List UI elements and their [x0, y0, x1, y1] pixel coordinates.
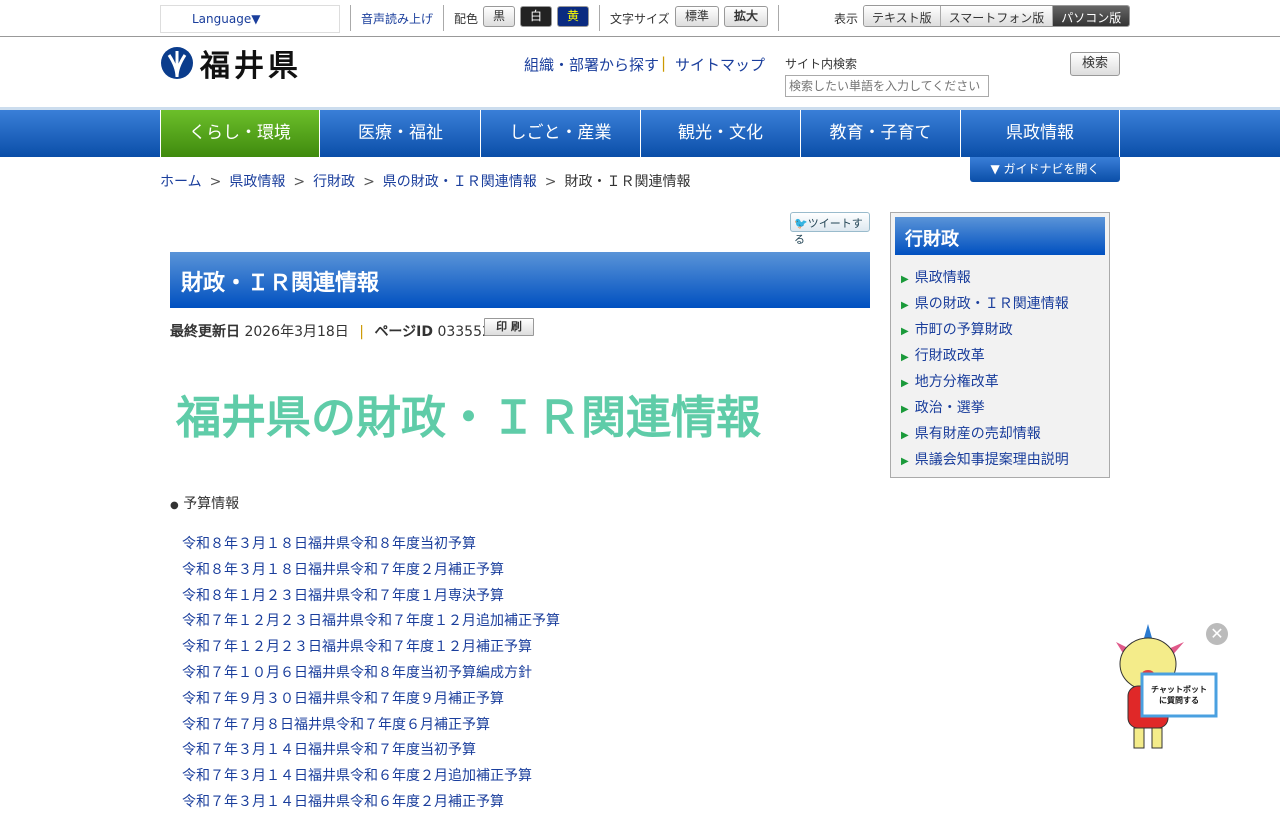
font-standard-button[interactable]: 標準 [675, 6, 719, 27]
sidebar-item[interactable]: 市町の予算財政 [915, 322, 1013, 338]
budget-link[interactable]: 令和８年１月２３日福井県令和７年度１月専決予算 [182, 588, 504, 604]
budget-link[interactable]: 令和８年３月１８日福井県令和７年度２月補正予算 [182, 562, 504, 578]
view-label: 表示 [834, 12, 859, 26]
budget-link[interactable]: 令和７年１０月６日福井県令和８年度当初予算編成方針 [182, 665, 532, 681]
view-text-button[interactable]: テキスト版 [864, 6, 941, 26]
sidebar-item[interactable]: 県の財政・ＩＲ関連情報 [915, 296, 1069, 312]
print-button[interactable]: 印 刷 [484, 318, 534, 336]
budget-link[interactable]: 令和７年９月３０日福井県令和７年度９月補正予算 [182, 691, 504, 707]
read-aloud-link[interactable]: 音声読み上げ [361, 10, 433, 27]
breadcrumb-finance[interactable]: 県の財政・ＩＲ関連情報 [383, 174, 537, 190]
nav-medical[interactable]: 医療・福祉 [321, 110, 481, 157]
close-icon[interactable]: ✕ [1206, 623, 1228, 645]
budget-link[interactable]: 令和７年１２月２３日福井県令和７年度１２月追加補正予算 [182, 613, 560, 629]
budget-link[interactable]: 令和７年３月１４日福井県令和６年度２月追加補正予算 [182, 768, 532, 784]
chatbot-label: チャットボットに質問する [1151, 685, 1207, 705]
page-id: 033552 [437, 324, 491, 340]
breadcrumb: ホーム > 県政情報 > 行財政 > 県の財政・ＩＲ関連情報 > 財政・ＩＲ関連情報 [160, 174, 691, 190]
view-smartphone-button[interactable]: スマートフォン版 [940, 6, 1054, 26]
sidebar-title: 行財政 [895, 217, 1105, 255]
nav-tourism[interactable]: 観光・文化 [641, 110, 801, 157]
search-label: サイト内検索 [785, 57, 858, 71]
language-select[interactable]: Language▼ [160, 5, 340, 33]
top-utility-bar: Language▼ 音声読み上げ 配色 黒 白 黄 文字サイズ 標準 拡大 表示… [0, 0, 1280, 37]
divider [778, 5, 779, 31]
prefecture-emblem-icon [161, 47, 193, 79]
banner-heading: 福井県の財政・ＩＲ関連情報 [176, 391, 762, 444]
page-meta: 最終更新日 2026年3月18日 | ページID 033552 [170, 324, 491, 340]
sidebar-item[interactable]: 県議会知事提案理由説明 [915, 452, 1069, 468]
nav-education[interactable]: 教育・子育て [801, 110, 961, 157]
tweet-button[interactable]: 🐦ツイートする [790, 212, 870, 246]
bullet-icon: ● [170, 500, 179, 511]
color-black-button[interactable]: 黒 [483, 6, 515, 27]
logo-text: 福井県 [200, 49, 302, 84]
font-size-label: 文字サイズ [610, 12, 670, 26]
budget-link-list: 令和８年３月１８日福井県令和８年度当初予算 令和８年３月１８日福井県令和７年度２… [182, 533, 560, 817]
divider [599, 5, 600, 31]
page-id-label: ページID [374, 324, 433, 340]
nav-living[interactable]: くらし・環境 [160, 110, 320, 157]
breadcrumb-gov[interactable]: 県政情報 [229, 174, 285, 190]
color-label: 配色 [454, 12, 479, 26]
breadcrumb-home[interactable]: ホーム [160, 174, 202, 190]
sidebar-item[interactable]: 県有財産の売却情報 [915, 426, 1041, 442]
search-button[interactable]: 検索 [1070, 52, 1120, 76]
breadcrumb-current: 財政・ＩＲ関連情報 [564, 174, 691, 190]
view-switcher: テキスト版 スマートフォン版 パソコン版 [863, 5, 1131, 27]
budget-link[interactable]: 令和７年７月８日福井県令和７年度６月補正予算 [182, 717, 490, 733]
nav-government[interactable]: 県政情報 [961, 110, 1120, 157]
budget-link[interactable]: 令和７年３月１４日福井県令和７年度当初予算 [182, 742, 476, 758]
budget-link[interactable]: 令和８年３月１８日福井県令和８年度当初予算 [182, 536, 476, 552]
section-heading: ● 予算情報 [170, 493, 239, 513]
page-title: 財政・ＩＲ関連情報 [170, 252, 870, 308]
divider [350, 5, 351, 31]
site-logo[interactable]: 福井県 [160, 41, 302, 85]
section-label: 予算情報 [183, 496, 240, 512]
sidebar-item[interactable]: 政治・選挙 [915, 400, 985, 416]
sitemap-link[interactable]: サイトマップ [675, 54, 765, 75]
guide-nav-button[interactable]: ▼ ガイドナビを開く [970, 157, 1120, 182]
org-search-link[interactable]: 組織・部署から探す [524, 54, 659, 75]
updated-label: 最終更新日 [170, 324, 240, 340]
sidebar-menu: 行財政 県政情報 県の財政・ＩＲ関連情報 市町の予算財政 行財政改革 地方分権改… [890, 212, 1110, 478]
view-pc-button[interactable]: パソコン版 [1053, 6, 1130, 26]
sidebar-item[interactable]: 行財政改革 [915, 348, 985, 364]
budget-link[interactable]: 令和７年１２月２３日福井県令和７年度１２月補正予算 [182, 639, 532, 655]
font-large-button[interactable]: 拡大 [724, 6, 768, 27]
twitter-bird-icon: 🐦 [794, 217, 808, 230]
divider: | [661, 54, 667, 72]
color-yellow-button[interactable]: 黄 [557, 6, 589, 27]
nav-work[interactable]: しごと・産業 [481, 110, 641, 157]
breadcrumb-admin[interactable]: 行財政 [313, 174, 355, 190]
global-nav: くらし・環境 医療・福祉 しごと・産業 観光・文化 教育・子育て 県政情報 [0, 107, 1280, 157]
site-search-input[interactable] [785, 75, 989, 97]
budget-link[interactable]: 令和７年３月１４日福井県令和６年度２月補正予算 [182, 794, 504, 810]
sidebar-item[interactable]: 県政情報 [915, 270, 971, 286]
divider [443, 5, 444, 31]
updated-date: 2026年3月18日 [244, 324, 349, 340]
chatbot-launcher[interactable]: チャットボットに質問する [1112, 624, 1222, 750]
sidebar-item[interactable]: 地方分権改革 [915, 374, 999, 390]
color-white-button[interactable]: 白 [520, 6, 552, 27]
